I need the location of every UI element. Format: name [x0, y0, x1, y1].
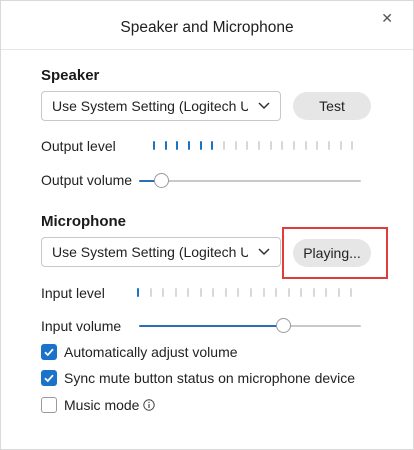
level-tick [351, 141, 353, 150]
level-tick [246, 141, 248, 150]
microphone-heading: Microphone [41, 213, 126, 230]
level-tick [188, 141, 190, 150]
microphone-device-value: Use System Setting (Logitech U... [52, 244, 248, 260]
level-tick [187, 288, 189, 297]
level-tick [165, 141, 167, 150]
info-icon[interactable] [143, 399, 156, 411]
input-volume-fill [139, 325, 284, 327]
level-tick [237, 288, 239, 297]
title-divider [1, 49, 413, 50]
level-tick [293, 141, 295, 150]
speaker-heading: Speaker [41, 67, 100, 84]
input-level-meter [137, 288, 363, 298]
auto-adjust-checkbox[interactable] [41, 344, 57, 360]
microphone-device-select[interactable]: Use System Setting (Logitech U... [41, 237, 281, 267]
option-auto-adjust-volume[interactable]: Automatically adjust volume [41, 343, 238, 361]
output-level-meter [153, 141, 363, 151]
level-tick [350, 288, 352, 297]
level-tick [150, 288, 152, 297]
level-tick [338, 288, 340, 297]
level-tick [263, 288, 265, 297]
sync-mute-label: Sync mute button status on microphone de… [64, 370, 356, 386]
option-music-mode[interactable]: Music mode [41, 396, 156, 414]
level-tick [162, 288, 164, 297]
input-volume-thumb[interactable] [276, 318, 292, 333]
chevron-down-icon [258, 102, 270, 110]
highlight-box [282, 227, 388, 279]
auto-adjust-label: Automatically adjust volume [64, 344, 238, 360]
music-mode-checkbox[interactable] [41, 397, 57, 413]
checkmark-icon [44, 348, 54, 357]
level-tick [325, 288, 327, 297]
level-tick [200, 288, 202, 297]
output-volume-label: Output volume [41, 172, 133, 188]
level-tick [211, 141, 213, 150]
level-tick [153, 141, 155, 150]
level-tick [275, 288, 277, 297]
level-tick [250, 288, 252, 297]
speaker-device-select[interactable]: Use System Setting (Logitech U... [41, 91, 281, 121]
level-tick [300, 288, 302, 297]
level-tick [288, 288, 290, 297]
level-tick [200, 141, 202, 150]
close-icon[interactable]: ✕ [381, 11, 393, 25]
level-tick [313, 288, 315, 297]
level-tick [340, 141, 342, 150]
speaker-device-value: Use System Setting (Logitech U... [52, 98, 248, 114]
output-level-label: Output level [41, 138, 116, 154]
option-sync-mute[interactable]: Sync mute button status on microphone de… [41, 369, 355, 387]
test-speaker-button[interactable]: Test [293, 92, 371, 120]
level-tick [258, 141, 260, 150]
speaker-microphone-dialog: Speaker and Microphone ✕ Speaker Use Sys… [0, 0, 414, 450]
level-tick [270, 141, 272, 150]
level-tick [212, 288, 214, 297]
checkmark-icon [44, 374, 54, 383]
level-tick [223, 141, 225, 150]
chevron-down-icon [258, 248, 270, 256]
input-level-label: Input level [41, 285, 105, 301]
level-tick [175, 288, 177, 297]
music-mode-label: Music mode [64, 397, 140, 413]
level-tick [176, 141, 178, 150]
input-volume-label: Input volume [41, 318, 122, 334]
level-tick [235, 141, 237, 150]
level-tick [305, 141, 307, 150]
level-tick [225, 288, 227, 297]
level-tick [328, 141, 330, 150]
dialog-title: Speaker and Microphone [120, 19, 294, 36]
output-volume-thumb[interactable] [154, 173, 170, 188]
level-tick [281, 141, 283, 150]
output-volume-track[interactable] [139, 180, 361, 182]
level-tick [137, 288, 139, 297]
level-tick [316, 141, 318, 150]
sync-mute-checkbox[interactable] [41, 370, 57, 386]
